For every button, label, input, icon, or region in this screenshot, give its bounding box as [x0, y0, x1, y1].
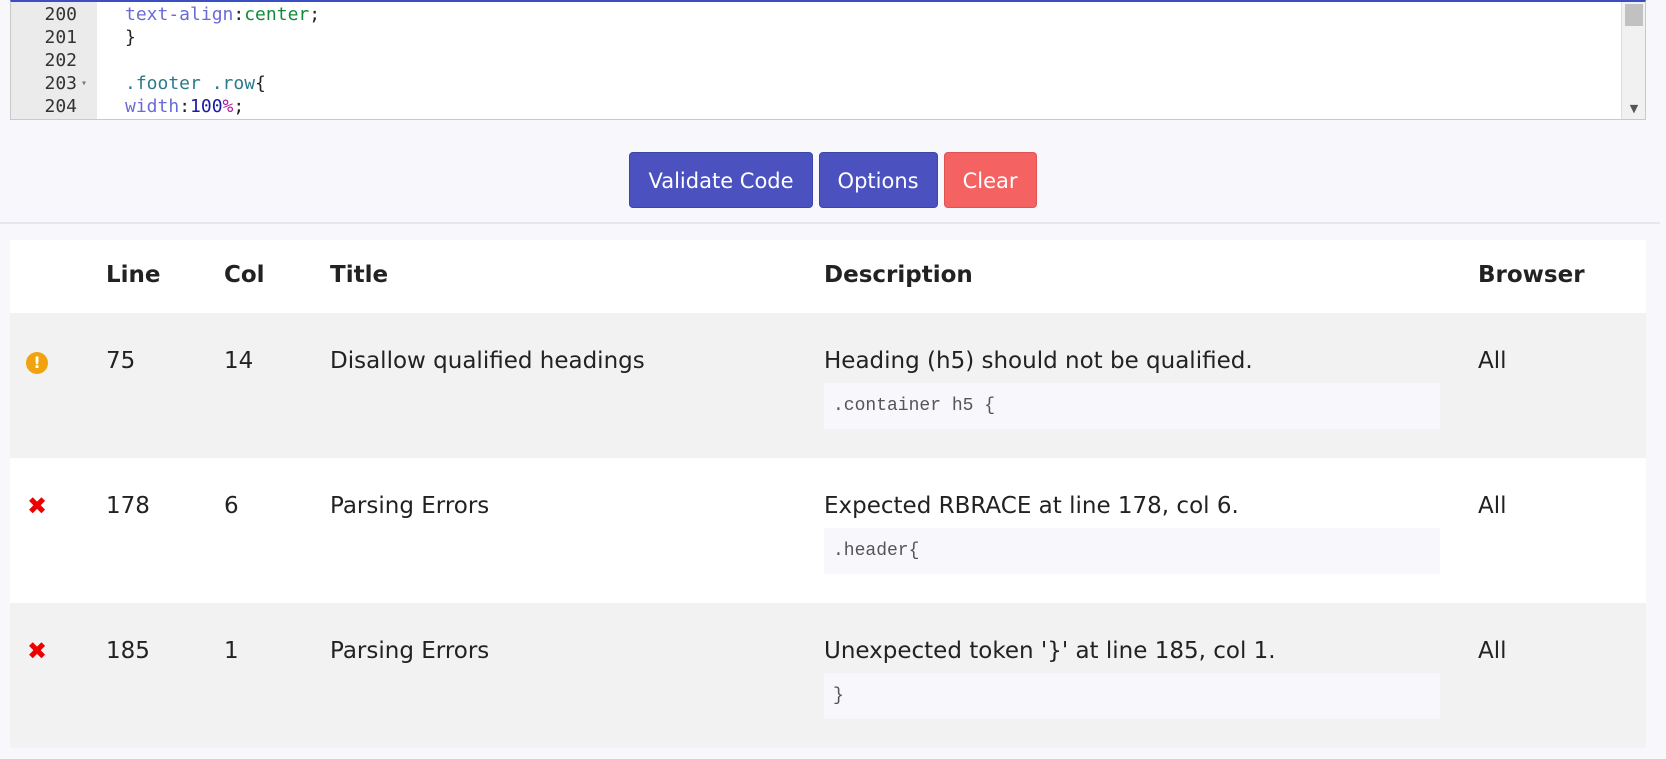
table-header: Line Col Title Description Browser — [10, 240, 1646, 313]
code-text: } — [125, 27, 136, 48]
code-line[interactable]: 202 — [11, 49, 1611, 73]
code-text: .footer .row{ — [125, 73, 266, 94]
header-title: Title — [330, 262, 389, 288]
options-button[interactable]: Options — [818, 152, 938, 208]
code-line[interactable]: 204 width:100%; — [11, 95, 1611, 119]
scrollbar-thumb[interactable] — [1625, 4, 1643, 26]
code-line[interactable]: 201} — [11, 26, 1611, 50]
section-divider — [0, 222, 1660, 224]
error-x-icon: ✖ — [26, 492, 48, 520]
error-x-icon: ✖ — [26, 637, 48, 665]
header-line: Line — [106, 262, 161, 288]
table-row: ! 75 14 Disallow qualified headings Head… — [10, 313, 1646, 458]
row-browser: All — [1478, 348, 1507, 374]
editor-scrollbar[interactable]: ▼ — [1621, 2, 1645, 119]
line-number: 200 — [44, 4, 77, 25]
row-title: Disallow qualified headings — [330, 348, 645, 374]
row-description: Heading (h5) should not be qualified. — [824, 348, 1253, 374]
results-table: Line Col Title Description Browser ! 75 … — [10, 240, 1646, 748]
row-title: Parsing Errors — [330, 638, 490, 664]
row-col: 6 — [224, 493, 239, 519]
row-col: 14 — [224, 348, 254, 374]
row-browser: All — [1478, 638, 1507, 664]
row-line: 178 — [106, 493, 150, 519]
row-title: Parsing Errors — [330, 493, 490, 519]
table-row: ✖ 178 6 Parsing Errors Expected RBRACE a… — [10, 458, 1646, 603]
css-validator-page: 200 text-align:center; 201} 202 203 ▾ .footer … — [0, 0, 1666, 759]
line-number: 201 — [44, 27, 77, 48]
line-number: 204 — [44, 96, 77, 117]
warning-circle-icon: ! — [26, 352, 48, 374]
table-row: ✖ 185 1 Parsing Errors Unexpected token … — [10, 603, 1646, 748]
row-line: 185 — [106, 638, 150, 664]
line-number: 203 — [44, 73, 77, 94]
code-text: width:100%; — [125, 96, 245, 117]
code-text: text-align:center; — [125, 4, 321, 25]
code-snippet: .header{ — [824, 528, 1440, 574]
clear-button[interactable]: Clear — [943, 152, 1037, 208]
code-snippet: .container h5 { — [824, 383, 1440, 429]
row-col: 1 — [224, 638, 239, 664]
scroll-down-arrow-icon[interactable]: ▼ — [1622, 102, 1645, 115]
header-col: Col — [224, 262, 265, 288]
row-description: Expected RBRACE at line 178, col 6. — [824, 493, 1239, 519]
code-snippet: } — [824, 673, 1440, 719]
action-buttons: Validate Code Options Clear — [0, 152, 1666, 208]
row-description: Unexpected token '}' at line 185, col 1. — [824, 638, 1276, 664]
code-line[interactable]: 200 text-align:center; — [11, 3, 1611, 27]
header-description: Description — [824, 262, 973, 288]
fold-toggle-icon[interactable]: ▾ — [81, 72, 87, 96]
row-browser: All — [1478, 493, 1507, 519]
line-number: 202 — [44, 50, 77, 71]
code-editor[interactable]: 200 text-align:center; 201} 202 203 ▾ .footer … — [10, 0, 1646, 120]
row-line: 75 — [106, 348, 136, 374]
header-browser: Browser — [1478, 262, 1585, 288]
validate-code-button[interactable]: Validate Code — [629, 152, 813, 208]
code-line[interactable]: 203 ▾ .footer .row{ — [11, 72, 1611, 96]
